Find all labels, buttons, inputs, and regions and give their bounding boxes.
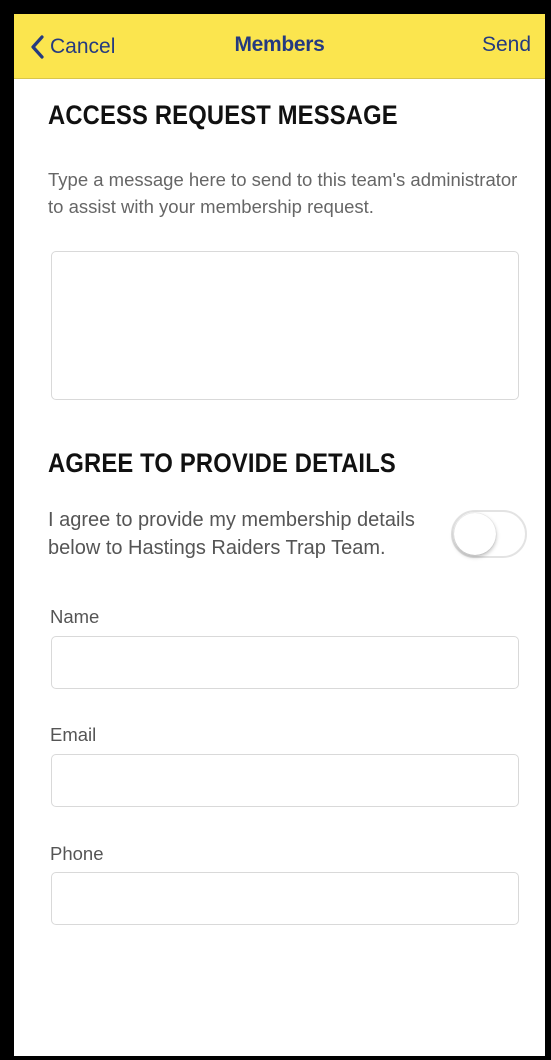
name-input[interactable]: [51, 636, 519, 689]
cancel-button[interactable]: Cancel: [30, 32, 115, 62]
chevron-left-icon: [30, 35, 44, 59]
cancel-label: Cancel: [50, 35, 116, 58]
access-request-help-text: Type a message here to send to this team…: [48, 169, 518, 217]
send-button[interactable]: Send: [482, 33, 531, 57]
access-request-heading: ACCESS REQUEST MESSAGE: [48, 100, 398, 130]
agree-toggle[interactable]: [451, 510, 527, 558]
agree-heading: AGREE TO PROVIDE DETAILS: [48, 448, 396, 478]
navigation-bar: Cancel Members Send: [14, 14, 545, 79]
email-label: Email: [50, 724, 97, 745]
email-input[interactable]: [51, 754, 519, 807]
app-screen: Cancel Members Send ACCESS REQUEST MESSA…: [14, 14, 545, 1056]
access-request-message-input[interactable]: [51, 251, 519, 400]
agree-text: I agree to provide my membership details…: [48, 509, 415, 559]
phone-label: Phone: [50, 843, 104, 864]
phone-input[interactable]: [51, 872, 519, 925]
toggle-knob: [454, 513, 496, 555]
name-label: Name: [50, 606, 100, 627]
